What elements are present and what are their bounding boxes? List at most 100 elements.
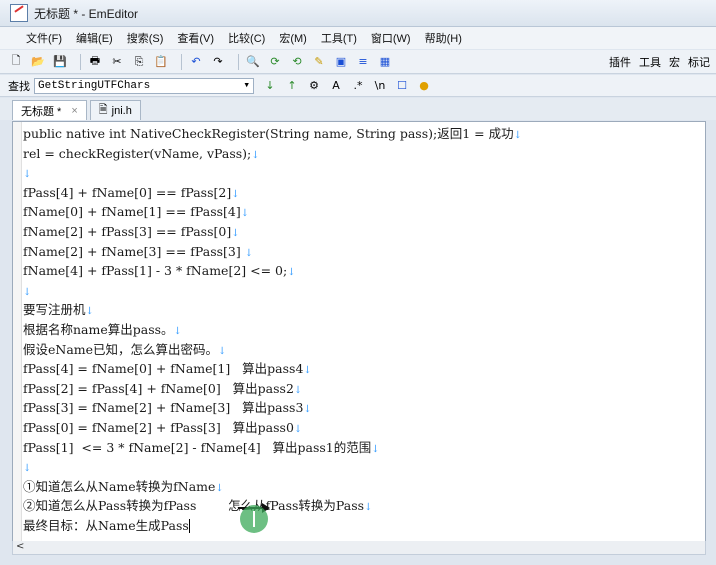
toggle-icon[interactable]: ☐	[394, 78, 410, 94]
line-feed-icon: ↓	[218, 345, 227, 357]
close-icon[interactable]: ×	[71, 105, 77, 117]
text-editor[interactable]: public native int NativeCheckRegister(St…	[12, 121, 706, 543]
line-feed-icon: ↓	[23, 286, 32, 298]
find-input[interactable]: GetStringUTFChars ▾	[34, 77, 254, 94]
highlight-icon[interactable]: ✎	[311, 54, 327, 70]
editor-line-text: fName[2] + fPass[3] == fPass[0]	[23, 223, 232, 239]
line-feed-icon: ↓	[513, 130, 522, 141]
text-caret	[188, 519, 190, 534]
toolbar-plugins[interactable]: 插件	[609, 54, 631, 70]
line-feed-icon: ↓	[173, 325, 182, 337]
find-bar: 查找 GetStringUTFChars ▾ ↓ ↑ ⚙ A .* \n ☐ ●	[0, 75, 716, 97]
redo-icon[interactable]: ↷	[210, 54, 226, 70]
chevron-down-icon[interactable]: ▾	[243, 78, 250, 94]
editor-line-text: 假设eName已知，怎么算出密码。	[23, 341, 219, 357]
title-bar: 无标题 * - EmEditor	[0, 0, 716, 27]
editor-line-text: fPass[1] <= 3 * fName[2] - fName[4] 算出pa…	[23, 439, 372, 455]
menu-edit[interactable]: 编辑(E)	[76, 30, 113, 46]
editor-line-text: public native int NativeCheckRegister(St…	[23, 126, 514, 141]
find-input-value: GetStringUTFChars	[38, 79, 151, 92]
editor-line-text: 要写注册机	[23, 302, 86, 318]
line-feed-icon: ↓	[293, 423, 303, 435]
editor-line-text: fName[4] + fPass[1] - 3 * fName[2] <= 0;	[23, 263, 288, 279]
editor-line: ↓	[23, 163, 701, 183]
file-icon: 🗎	[98, 104, 108, 116]
print-icon[interactable]: 🖶	[87, 54, 103, 70]
menu-window[interactable]: 窗口(W)	[371, 30, 411, 46]
cut-icon[interactable]: ✂	[109, 54, 125, 70]
line-feed-icon: ↓	[287, 267, 296, 279]
line-feed-icon: ↓	[23, 169, 32, 181]
tab-label: 无标题 *	[21, 105, 62, 118]
editor-line: public native int NativeCheckRegister(St…	[23, 124, 701, 144]
editor-line: fPass[3] = fName[2] + fName[3] 算出pass3↓	[23, 398, 701, 418]
match-case-icon[interactable]: A	[328, 78, 344, 94]
editor-line-text: 根据名称name算出pass。	[23, 321, 174, 337]
horizontal-scrollbar[interactable]: <	[12, 541, 706, 555]
line-feed-icon: ↓	[293, 384, 303, 396]
line-feed-icon: ↓	[303, 365, 312, 377]
outline-icon[interactable]: ≡	[355, 54, 371, 70]
escape-icon[interactable]: \n	[372, 78, 388, 94]
find-up-icon[interactable]: ↑	[284, 78, 300, 94]
main-toolbar: 🗋 📂 💾 🖶 ✂ ⎘ 📋 ↶ ↷ 🔍 ⟳ ⟲ ✎ ▣ ≡ ▦ 插件 工具 宏 …	[0, 50, 716, 74]
editor-line: fName[0] + fName[1] == fPass[4]↓	[23, 202, 701, 222]
toolbar-tools[interactable]: 工具	[639, 54, 661, 70]
editor-lines: public native int NativeCheckRegister(St…	[23, 124, 701, 535]
editor-line-text: fName[0] + fName[1] == fPass[4]	[23, 204, 241, 220]
editor-line: 要写注册机↓	[23, 300, 701, 320]
line-feed-icon: ↓	[215, 482, 224, 494]
menu-compare[interactable]: 比较(C)	[228, 30, 265, 46]
line-feed-icon: ↓	[251, 149, 260, 161]
find-down-icon[interactable]: ↓	[262, 78, 278, 94]
editor-line-text: fPass[3] = fName[2] + fName[3] 算出pass3	[23, 400, 304, 416]
editor-line: fName[4] + fPass[1] - 3 * fName[2] <= 0;…	[23, 261, 701, 281]
editor-line: 假设eName已知，怎么算出密码。↓	[23, 340, 701, 360]
menu-help[interactable]: 帮助(H)	[425, 30, 462, 46]
find-prev-icon[interactable]: ⟲	[289, 54, 305, 70]
wrap-icon[interactable]: ▣	[333, 54, 349, 70]
window-title: 无标题 * - EmEditor	[34, 6, 139, 21]
ruler-icon[interactable]: ▦	[377, 54, 393, 70]
editor-line-text: fPass[4] + fName[0] == fPass[2]	[23, 184, 232, 200]
editor-line-text: fPass[4] = fName[0] + fName[1] 算出pass4	[23, 361, 304, 377]
copy-icon[interactable]: ⎘	[131, 54, 147, 70]
editor-line: fName[2] + fName[3] == fPass[3] ↓	[23, 242, 701, 262]
new-file-icon[interactable]: 🗋	[8, 54, 24, 70]
line-feed-icon: ↓	[23, 463, 32, 475]
toolbar-markers[interactable]: 标记	[688, 54, 710, 70]
undo-icon[interactable]: ↶	[188, 54, 204, 70]
editor-line-text: fName[2] + fName[3] == fPass[3]	[23, 243, 245, 259]
mouse-cursor-indicator	[240, 505, 268, 533]
emeditor-window: 无标题 * - EmEditor 文件(F) 编辑(E) 搜索(S) 查看(V)…	[0, 0, 716, 565]
tab-untitled[interactable]: 无标题 * ×	[12, 100, 87, 120]
toolbar-separator	[80, 53, 81, 70]
editor-line-text: fPass[0] = fName[2] + fPass[3] 算出pass0	[23, 419, 294, 435]
menu-search[interactable]: 搜索(S)	[127, 30, 164, 46]
menu-macros[interactable]: 宏(M)	[279, 30, 307, 46]
editor-line: fPass[4] + fName[0] == fPass[2]↓	[23, 183, 701, 203]
regex-icon[interactable]: .*	[350, 78, 366, 94]
open-folder-icon[interactable]: 📂	[30, 54, 46, 70]
find-icon[interactable]: 🔍	[245, 54, 261, 70]
toolbar-macros[interactable]: 宏	[669, 54, 680, 70]
find-label: 查找	[8, 80, 30, 93]
find-next-icon[interactable]: ⟳	[267, 54, 283, 70]
save-icon[interactable]: 💾	[52, 54, 68, 70]
menu-view[interactable]: 查看(V)	[177, 30, 214, 46]
scroll-left-arrow[interactable]: <	[16, 541, 24, 552]
find-options-icon[interactable]: ⚙	[306, 78, 322, 94]
status-bar	[0, 555, 716, 565]
editor-line: fPass[2] = fPass[4] + fName[0] 算出pass2↓	[23, 379, 701, 399]
toolbar-separator	[181, 53, 182, 70]
toolbar-separator	[238, 53, 239, 70]
line-feed-icon: ↓	[364, 502, 373, 514]
editor-line: ↓	[23, 457, 701, 477]
tab-jni-h[interactable]: 🗎 jni.h	[89, 100, 141, 120]
paste-icon[interactable]: 📋	[153, 54, 169, 70]
close-find-icon[interactable]: ●	[416, 78, 432, 94]
menu-tools[interactable]: 工具(T)	[321, 30, 357, 46]
editor-line-text: ①知道怎么从Name转换为fName	[23, 478, 216, 494]
editor-line: ②知道怎么从Pass转换为fPass 怎么从fPass转换为Pass↓	[23, 496, 701, 516]
menu-file[interactable]: 文件(F)	[26, 30, 62, 46]
